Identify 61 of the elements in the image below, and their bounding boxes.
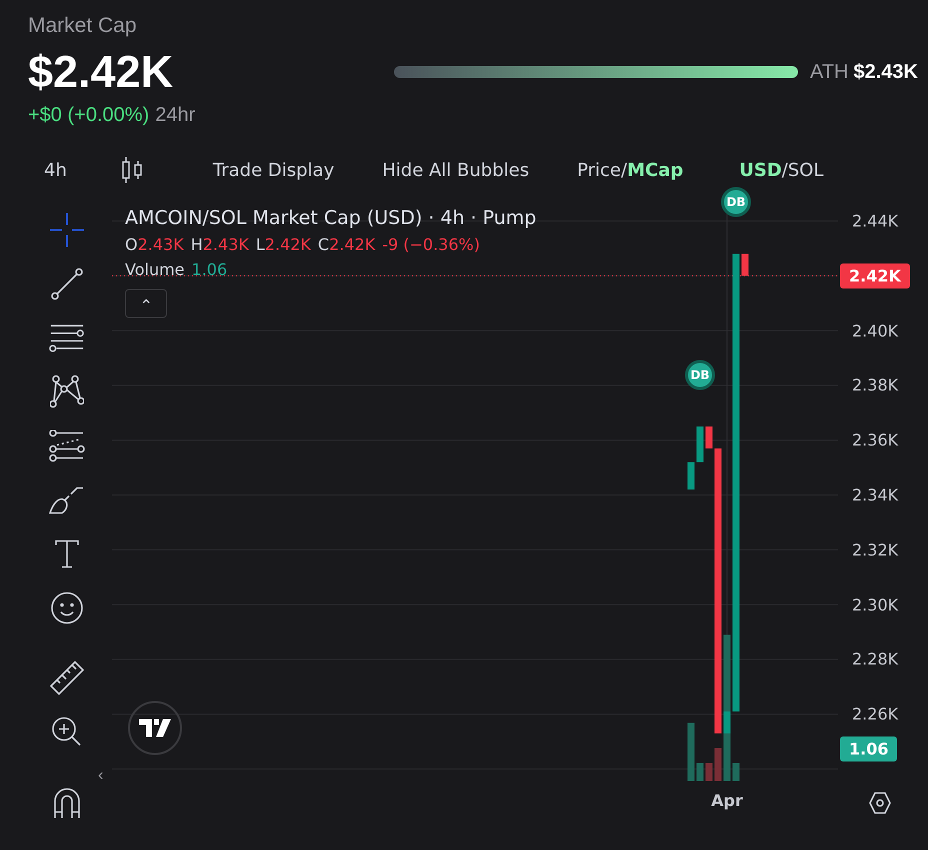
drawing-tool-button[interactable] [49,429,85,463]
market-cap-label: Market Cap [28,14,137,38]
ath-label: ATH [810,60,848,84]
price-badge: 2.42K [840,263,910,288]
volume-bar [714,748,722,781]
drawing-tool-button[interactable] [49,267,85,301]
y-axis-label: 2.36K [852,430,898,450]
text-tool-icon [54,539,80,569]
magnet-icon [52,786,82,818]
unit-toggle[interactable]: USD/SOL [739,160,824,180]
toolbar-button[interactable]: Hide All Bubbles [382,160,530,180]
ohlc-value: H2.43K [190,235,249,254]
zoom-in-icon [51,716,83,748]
unit-toggle[interactable]: Price/MCap [577,160,684,180]
smiley-icon [50,591,84,625]
collapse-legend-button[interactable]: ⌃ [125,289,167,318]
volume-badge: 1.06 [840,736,898,762]
volume-bar [688,722,694,781]
y-axis-label: 2.34K [852,486,898,504]
horizontal-lines-icon [49,322,85,354]
drawing-tool-button[interactable] [49,375,85,409]
period-label: 24hr [155,104,196,127]
change-value: +$0 (+0.00%) [28,104,150,127]
market-cap-value: $2.42K [28,46,174,98]
trend-line-icon [50,267,84,301]
crosshair-icon [50,213,84,247]
y-axis-label: 2.40K [852,321,898,340]
logo-icon[interactable] [128,701,182,755]
ohlc-value: O2.43K [125,235,184,254]
change-value: -9 (−0.36%) [382,235,480,254]
collapse-toolbar-button[interactable]: ‹ [98,767,104,785]
x-axis-label: Apr [711,791,743,810]
drawing-tool-button[interactable] [49,591,85,625]
candle [724,711,730,734]
candle [696,426,704,462]
chart-title: AMCOIN/SOL Market Cap (USD) · 4h · Pump [125,207,536,229]
y-axis-label: 2.32K [852,540,898,560]
volume-bar [732,762,740,781]
y-axis-label: 2.38K [852,376,898,395]
volume-bar [696,762,704,781]
y-axis-label: 2.44K [852,212,898,230]
volume-value: 1.06 [192,260,228,279]
chart-type-button[interactable] [120,156,143,184]
ath-value: $2.43K [854,60,918,84]
y-axis-label: 2.26K [852,704,898,724]
settings-icon[interactable] [868,791,892,815]
volume-bar [706,762,712,781]
pattern-icon [50,375,84,409]
candle [742,254,748,276]
ruler-icon [49,660,85,696]
brush-icon [49,485,85,515]
fibonacci-icon [49,430,85,462]
ohlc-value: C2.42K [318,235,376,254]
candle [688,462,694,490]
interval-button[interactable]: 4h [44,160,67,180]
candle [706,426,712,448]
volume-label: Volume [125,260,185,279]
toolbar-button[interactable]: Trade Display [212,160,334,180]
y-axis-label: 2.30K [852,595,898,614]
y-axis-label: 2.28K [852,650,898,669]
ohlc-value: L2.42K [256,235,311,254]
